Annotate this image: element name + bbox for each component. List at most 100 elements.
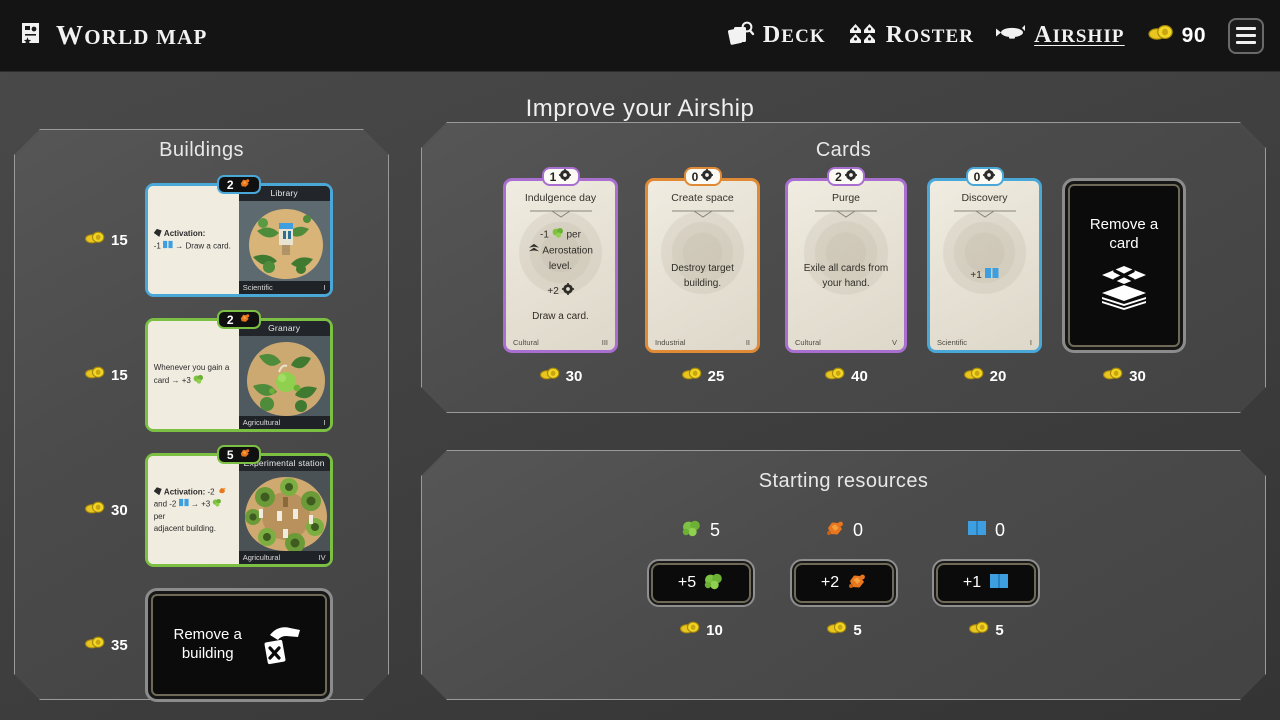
building-card-granary[interactable]: 2 Whenever you gain a card → +3 Granary … (144, 310, 333, 432)
building-art-panel: Library Scientific I (238, 186, 330, 294)
gold-coins-icon (679, 620, 701, 640)
card-separator (668, 206, 738, 218)
building-art-panel: Experimental station Agricultural IV (238, 456, 330, 564)
building-cost-badge: 5 (216, 445, 261, 464)
card-body: -1 per Aerostation level. +2 Draw a card… (521, 217, 600, 334)
buildings-title: Buildings (159, 139, 244, 161)
card-line-1: Destroy target (671, 262, 734, 274)
buy-ore-button[interactable]: +2 (790, 559, 898, 607)
card-line-2: building. (683, 277, 722, 289)
card-line-1b: per (566, 229, 581, 241)
remove-card-stack-icon (1098, 264, 1150, 315)
aerostation-icon (844, 169, 857, 184)
knowledge-icon (984, 267, 999, 284)
card-footer: Cultural III (506, 334, 615, 350)
card-line-1: Exile all cards from (803, 262, 889, 274)
building-cost-badge: 2 (216, 175, 261, 194)
aerostation-icon (528, 243, 540, 259)
building-price: 15 (84, 230, 128, 250)
effect-body: -2 (207, 487, 215, 497)
remove-card-price-amount: 30 (1129, 367, 1146, 385)
building-category: Agricultural (242, 418, 281, 427)
card-footer: Industrial II (648, 334, 757, 350)
building-footer: Agricultural IV (238, 551, 330, 564)
card-line-1: +1 (970, 270, 982, 282)
aerostation-icon (983, 169, 996, 184)
building-price-amount: 15 (111, 366, 128, 384)
building-effect-text: Activation: -1 → Draw a card. (147, 186, 239, 294)
card-line-2: your hand. (822, 277, 870, 289)
aerostation-icon (701, 169, 714, 184)
building-footer: Scientific I (238, 281, 330, 294)
buy-food-button[interactable]: +5 (647, 559, 755, 607)
resource-column-food: 5 +5 10 (647, 519, 755, 640)
gold-coins-icon (84, 635, 106, 655)
knowledge-icon (967, 519, 987, 542)
card-body: +1 (963, 217, 1005, 334)
building-category: Agricultural (242, 553, 281, 562)
nav-roster[interactable]: Roster (848, 20, 974, 51)
card-discovery[interactable]: Discovery +1 Scientific I (927, 178, 1042, 353)
building-effect-text: Activation: -2 and -2 → +3 per adjacent … (147, 456, 239, 564)
world-map-button[interactable]: World map (18, 20, 208, 51)
map-scroll-icon (18, 20, 44, 51)
card-title: Create space (671, 192, 734, 204)
card-line-5: Draw a card. (532, 311, 589, 322)
card-cost-badge: 1 (541, 167, 580, 186)
building-footer: Agricultural I (238, 416, 330, 429)
building-row-library: 15 2 Activation: -1 → Draw a card. Libra… (84, 175, 333, 297)
building-row-granary: 15 2 Whenever you gain a card → +3 Grana… (84, 310, 333, 432)
building-art-panel: Granary Agricultural I (238, 321, 330, 429)
card-purge[interactable]: Purge Exile all cards from your hand. Cu… (785, 178, 907, 353)
resource-amount: 5 (709, 520, 720, 540)
card-cost-value: 0 (691, 169, 699, 184)
food-icon (704, 572, 724, 595)
remove-building-price: 35 (84, 635, 128, 655)
card-title: Indulgence day (524, 192, 597, 204)
nav-roster-label: Roster (885, 22, 975, 48)
remove-card-button[interactable]: Remove a card (1062, 178, 1186, 353)
card-title: Discovery (961, 192, 1008, 204)
airship-icon (996, 23, 1026, 48)
card-price: 30 (539, 366, 582, 386)
activation-label: Activation: (163, 228, 206, 238)
remove-building-price-amount: 35 (111, 636, 128, 654)
ore-icon (238, 447, 251, 462)
building-price-amount: 15 (111, 231, 128, 249)
card-category: Scientific (937, 337, 968, 347)
remove-building-button[interactable]: Remove a building (144, 588, 333, 702)
hamburger-menu-icon[interactable] (1228, 17, 1264, 54)
gold-coins-icon (84, 500, 106, 520)
card-slot-remove: Remove a card 30 (1062, 178, 1186, 386)
card-title: Purge (831, 192, 861, 204)
card-line-4: +2 (547, 286, 559, 298)
building-card-experimental-station[interactable]: 5 Activation: -2 and -2 → +3 per adjacen… (144, 445, 333, 567)
buy-food-price-amount: 10 (706, 621, 723, 639)
gold-coins-icon (84, 230, 106, 250)
card-separator (811, 206, 881, 218)
effect-body: Whenever you gain a card → +3 (153, 363, 230, 385)
card-create-space[interactable]: Create space Destroy target building. In… (645, 178, 760, 353)
card-cost-value: 1 (549, 169, 557, 184)
activation-icon (153, 487, 162, 496)
resource-amount: 0 (852, 520, 863, 540)
building-price-amount: 30 (111, 501, 128, 519)
building-card-library[interactable]: 2 Activation: -1 → Draw a card. Library … (144, 175, 333, 297)
gold-coins-icon (539, 366, 561, 386)
card-indulgence-day[interactable]: Indulgence day -1 per Aerostation level. (503, 178, 618, 353)
nav-deck[interactable]: Deck (727, 20, 826, 51)
building-price: 30 (84, 500, 128, 520)
buy-knowledge-price-amount: 5 (995, 621, 1004, 639)
buy-knowledge-button[interactable]: +1 (932, 559, 1040, 607)
aerostation-icon (561, 283, 574, 300)
remove-card-label-line2: card (1109, 235, 1139, 252)
building-tier: I (323, 283, 326, 292)
nav-airship[interactable]: Airship (996, 22, 1125, 49)
resource-current: 5 (682, 519, 720, 542)
ore-icon (825, 519, 845, 542)
knowledge-icon (163, 240, 173, 253)
building-tier: IV (318, 553, 326, 562)
card-tier: II (745, 337, 750, 347)
building-row-remove: 35 Remove a building (84, 588, 333, 702)
cards-title: Cards (815, 139, 872, 161)
